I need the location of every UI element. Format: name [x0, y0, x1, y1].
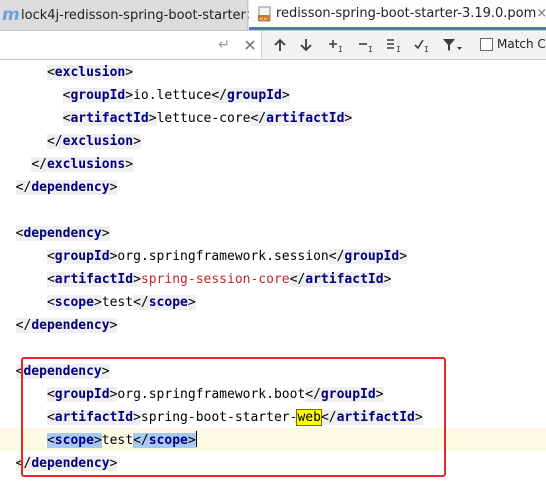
match-case-checkbox[interactable]: [480, 38, 493, 51]
code-line: <dependency>: [15, 226, 110, 241]
select-all-occurrences-icon[interactable]: I: [384, 34, 406, 56]
svg-text:<>: <>: [259, 16, 267, 22]
remove-occurrence-icon[interactable]: I: [356, 34, 378, 56]
match-case-label: Match Ca: [497, 37, 546, 51]
tab-redisson-pom[interactable]: <> redisson-spring-boot-starter-3.19.0.p…: [249, 0, 546, 30]
svg-text:I: I: [338, 45, 343, 54]
editor-tab-bar: m lock4j-redisson-spring-boot-starter × …: [0, 0, 546, 31]
tab-label: redisson-spring-boot-starter-3.19.0.pom: [276, 6, 537, 21]
svg-text:I: I: [368, 45, 373, 54]
code-line: </dependency>: [15, 180, 118, 195]
code-line: <groupId>io.lettuce</groupId>: [62, 88, 290, 103]
code-editor[interactable]: <exclusion> <groupId>io.lettuce</groupId…: [0, 60, 546, 486]
code-line: </exclusions>: [31, 157, 134, 172]
code-line: </exclusion>: [46, 134, 141, 149]
tab-label: lock4j-redisson-spring-boot-starter: [21, 7, 246, 23]
code-line: <artifactId>lettuce-core</artifactId>: [62, 111, 353, 126]
pom-file-icon: <>: [257, 6, 273, 22]
close-icon[interactable]: ×: [536, 6, 546, 21]
find-toolbar: ↵ I I I I: [0, 31, 546, 60]
code-line: <exclusion>: [46, 65, 134, 80]
enter-icon: ↵: [218, 37, 230, 53]
previous-occurrence-button[interactable]: [270, 34, 290, 56]
code-line: </dependency>: [15, 318, 118, 333]
maven-module-icon: m: [2, 5, 20, 25]
filter-icon[interactable]: [440, 34, 464, 56]
svg-text:I: I: [424, 45, 429, 54]
select-occurrence-icon[interactable]: I: [412, 34, 434, 56]
code-line: <groupId>org.springframework.session</gr…: [46, 249, 408, 264]
next-occurrence-button[interactable]: [296, 34, 316, 56]
svg-text:I: I: [396, 45, 401, 54]
tab-lock4j-redisson[interactable]: m lock4j-redisson-spring-boot-starter ×: [0, 0, 257, 30]
code-line: <artifactId>spring-session-core</artifac…: [46, 272, 392, 287]
add-occurrence-icon[interactable]: I: [326, 34, 348, 56]
clear-search-button[interactable]: [241, 34, 259, 56]
highlight-annotation-box: [21, 357, 446, 477]
code-line: <scope>test</scope>: [46, 295, 196, 310]
